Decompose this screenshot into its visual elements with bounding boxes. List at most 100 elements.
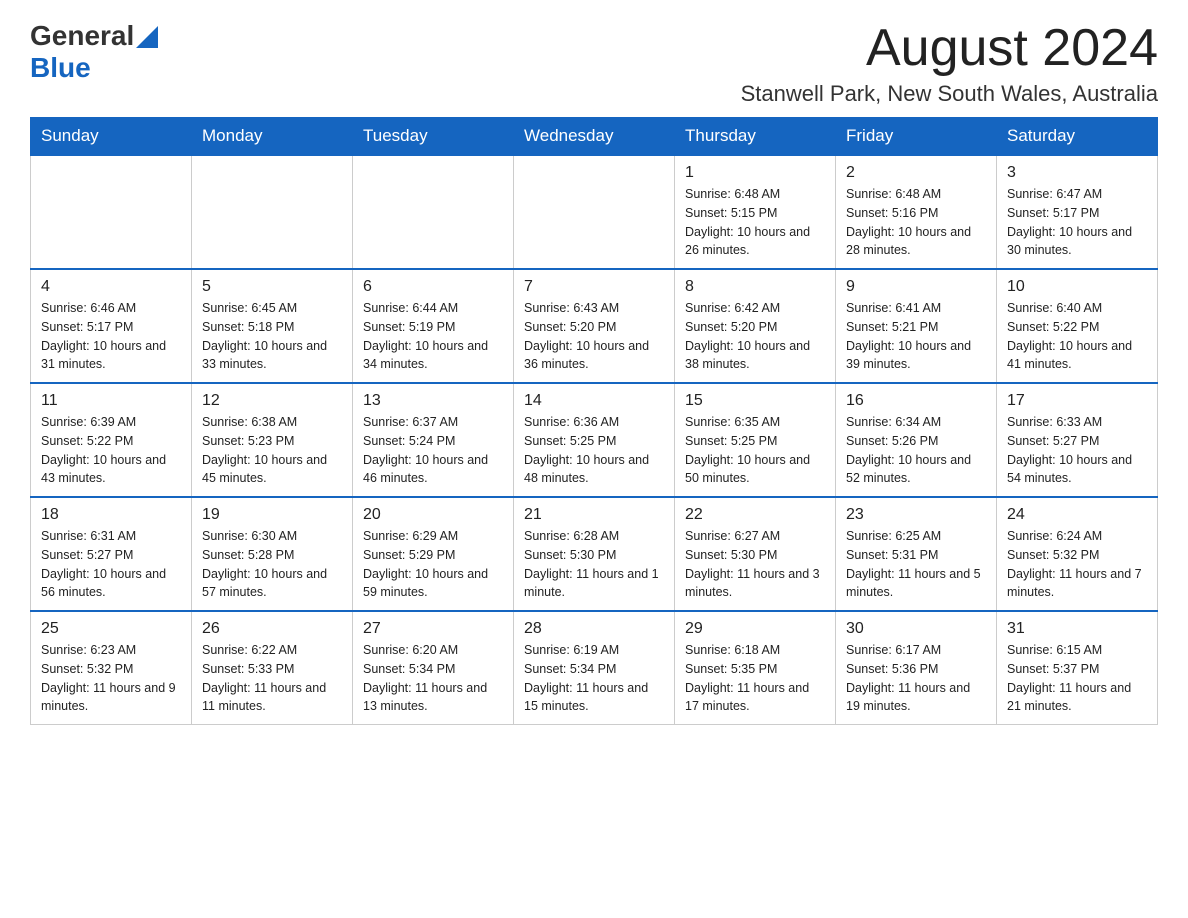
week-row-5: 25 Sunrise: 6:23 AM Sunset: 5:32 PM Dayli…: [31, 611, 1158, 725]
day-info: Sunrise: 6:40 AM Sunset: 5:22 PM Dayligh…: [1007, 299, 1147, 374]
day-info: Sunrise: 6:45 AM Sunset: 5:18 PM Dayligh…: [202, 299, 342, 374]
day-info: Sunrise: 6:22 AM Sunset: 5:33 PM Dayligh…: [202, 641, 342, 716]
calendar-cell: 9Sunrise: 6:41 AM Sunset: 5:21 PM Daylig…: [836, 269, 997, 383]
day-info: Sunrise: 6:25 AM Sunset: 5:31 PM Dayligh…: [846, 527, 986, 602]
calendar-cell: 1Sunrise: 6:48 AM Sunset: 5:15 PM Daylig…: [675, 155, 836, 269]
day-info: Sunrise: 6:44 AM Sunset: 5:19 PM Dayligh…: [363, 299, 503, 374]
day-info: Sunrise: 6:18 AM Sunset: 5:35 PM Dayligh…: [685, 641, 825, 716]
calendar-cell: 6 Sunrise: 6:44 AM Sunset: 5:19 PM Daylig…: [353, 269, 514, 383]
calendar-cell: 16Sunrise: 6:34 AM Sunset: 5:26 PM Dayli…: [836, 383, 997, 497]
day-number: 22: [685, 506, 825, 524]
day-number: 5: [202, 278, 342, 296]
calendar-cell: [514, 155, 675, 269]
day-number: 26: [202, 620, 342, 638]
day-number: 29: [685, 620, 825, 638]
calendar-cell: 25 Sunrise: 6:23 AM Sunset: 5:32 PM Dayli…: [31, 611, 192, 725]
calendar-cell: 23 Sunrise: 6:25 AM Sunset: 5:31 PM Dayli…: [836, 497, 997, 611]
day-number: 13: [363, 392, 503, 410]
calendar-cell: 22 Sunrise: 6:27 AM Sunset: 5:30 PM Dayli…: [675, 497, 836, 611]
calendar-cell: 17 Sunrise: 6:33 AM Sunset: 5:27 PM Dayli…: [997, 383, 1158, 497]
day-number: 27: [363, 620, 503, 638]
calendar-header-thursday: Thursday: [675, 118, 836, 156]
day-info: Sunrise: 6:33 AM Sunset: 5:27 PM Dayligh…: [1007, 413, 1147, 488]
week-row-1: 1Sunrise: 6:48 AM Sunset: 5:15 PM Daylig…: [31, 155, 1158, 269]
day-info: Sunrise: 6:46 AM Sunset: 5:17 PM Dayligh…: [41, 299, 181, 374]
calendar-header-tuesday: Tuesday: [353, 118, 514, 156]
calendar-cell: [192, 155, 353, 269]
day-number: 23: [846, 506, 986, 524]
calendar-cell: 31 Sunrise: 6:15 AM Sunset: 5:37 PM Dayli…: [997, 611, 1158, 725]
logo-triangle-icon: [136, 26, 158, 48]
day-info: Sunrise: 6:31 AM Sunset: 5:27 PM Dayligh…: [41, 527, 181, 602]
calendar-header-sunday: Sunday: [31, 118, 192, 156]
calendar-header-row: SundayMondayTuesdayWednesdayThursdayFrid…: [31, 118, 1158, 156]
calendar-header-friday: Friday: [836, 118, 997, 156]
day-number: 12: [202, 392, 342, 410]
calendar-cell: 11 Sunrise: 6:39 AM Sunset: 5:22 PM Dayli…: [31, 383, 192, 497]
day-number: 6: [363, 278, 503, 296]
day-info: Sunrise: 6:48 AM Sunset: 5:16 PM Dayligh…: [846, 185, 986, 260]
day-number: 3: [1007, 164, 1147, 182]
day-info: Sunrise: 6:19 AM Sunset: 5:34 PM Dayligh…: [524, 641, 664, 716]
day-info: Sunrise: 6:17 AM Sunset: 5:36 PM Dayligh…: [846, 641, 986, 716]
day-number: 15: [685, 392, 825, 410]
day-info: Sunrise: 6:20 AM Sunset: 5:34 PM Dayligh…: [363, 641, 503, 716]
day-number: 7: [524, 278, 664, 296]
week-row-2: 4 Sunrise: 6:46 AM Sunset: 5:17 PM Daylig…: [31, 269, 1158, 383]
calendar-cell: 30 Sunrise: 6:17 AM Sunset: 5:36 PM Dayli…: [836, 611, 997, 725]
day-info: Sunrise: 6:35 AM Sunset: 5:25 PM Dayligh…: [685, 413, 825, 488]
day-info: Sunrise: 6:23 AM Sunset: 5:32 PM Dayligh…: [41, 641, 181, 716]
day-info: Sunrise: 6:38 AM Sunset: 5:23 PM Dayligh…: [202, 413, 342, 488]
day-number: 10: [1007, 278, 1147, 296]
day-number: 25: [41, 620, 181, 638]
week-row-3: 11 Sunrise: 6:39 AM Sunset: 5:22 PM Dayli…: [31, 383, 1158, 497]
day-info: Sunrise: 6:42 AM Sunset: 5:20 PM Dayligh…: [685, 299, 825, 374]
day-number: 14: [524, 392, 664, 410]
calendar-header-monday: Monday: [192, 118, 353, 156]
calendar-header-wednesday: Wednesday: [514, 118, 675, 156]
calendar-cell: [353, 155, 514, 269]
day-info: Sunrise: 6:15 AM Sunset: 5:37 PM Dayligh…: [1007, 641, 1147, 716]
calendar-cell: 14 Sunrise: 6:36 AM Sunset: 5:25 PM Dayli…: [514, 383, 675, 497]
day-info: Sunrise: 6:41 AM Sunset: 5:21 PM Dayligh…: [846, 299, 986, 374]
day-info: Sunrise: 6:24 AM Sunset: 5:32 PM Dayligh…: [1007, 527, 1147, 602]
day-info: Sunrise: 6:47 AM Sunset: 5:17 PM Dayligh…: [1007, 185, 1147, 260]
day-number: 1: [685, 164, 825, 182]
calendar-table: SundayMondayTuesdayWednesdayThursdayFrid…: [30, 117, 1158, 725]
day-number: 17: [1007, 392, 1147, 410]
day-number: 19: [202, 506, 342, 524]
day-number: 18: [41, 506, 181, 524]
calendar-cell: 8 Sunrise: 6:42 AM Sunset: 5:20 PM Daylig…: [675, 269, 836, 383]
calendar-cell: 5 Sunrise: 6:45 AM Sunset: 5:18 PM Daylig…: [192, 269, 353, 383]
day-number: 20: [363, 506, 503, 524]
calendar-cell: 4 Sunrise: 6:46 AM Sunset: 5:17 PM Daylig…: [31, 269, 192, 383]
calendar-cell: 20Sunrise: 6:29 AM Sunset: 5:29 PM Dayli…: [353, 497, 514, 611]
day-info: Sunrise: 6:39 AM Sunset: 5:22 PM Dayligh…: [41, 413, 181, 488]
calendar-cell: 10 Sunrise: 6:40 AM Sunset: 5:22 PM Dayli…: [997, 269, 1158, 383]
day-info: Sunrise: 6:27 AM Sunset: 5:30 PM Dayligh…: [685, 527, 825, 602]
day-number: 4: [41, 278, 181, 296]
calendar-cell: 27 Sunrise: 6:20 AM Sunset: 5:34 PM Dayli…: [353, 611, 514, 725]
day-number: 8: [685, 278, 825, 296]
week-row-4: 18 Sunrise: 6:31 AM Sunset: 5:27 PM Dayli…: [31, 497, 1158, 611]
calendar-header-saturday: Saturday: [997, 118, 1158, 156]
calendar-cell: 19 Sunrise: 6:30 AM Sunset: 5:28 PM Dayli…: [192, 497, 353, 611]
calendar-cell: 29 Sunrise: 6:18 AM Sunset: 5:35 PM Dayli…: [675, 611, 836, 725]
calendar-cell: 28Sunrise: 6:19 AM Sunset: 5:34 PM Dayli…: [514, 611, 675, 725]
title-block: August 2024 Stanwell Park, New South Wal…: [741, 20, 1158, 107]
day-number: 21: [524, 506, 664, 524]
day-info: Sunrise: 6:36 AM Sunset: 5:25 PM Dayligh…: [524, 413, 664, 488]
calendar-cell: 13 Sunrise: 6:37 AM Sunset: 5:24 PM Dayli…: [353, 383, 514, 497]
month-title: August 2024: [741, 20, 1158, 77]
logo: General Blue: [30, 20, 158, 84]
day-info: Sunrise: 6:37 AM Sunset: 5:24 PM Dayligh…: [363, 413, 503, 488]
day-info: Sunrise: 6:34 AM Sunset: 5:26 PM Dayligh…: [846, 413, 986, 488]
day-info: Sunrise: 6:30 AM Sunset: 5:28 PM Dayligh…: [202, 527, 342, 602]
calendar-cell: 15 Sunrise: 6:35 AM Sunset: 5:25 PM Dayli…: [675, 383, 836, 497]
day-number: 30: [846, 620, 986, 638]
calendar-cell: 7Sunrise: 6:43 AM Sunset: 5:20 PM Daylig…: [514, 269, 675, 383]
day-number: 2: [846, 164, 986, 182]
calendar-cell: 24Sunrise: 6:24 AM Sunset: 5:32 PM Dayli…: [997, 497, 1158, 611]
day-number: 11: [41, 392, 181, 410]
day-number: 31: [1007, 620, 1147, 638]
